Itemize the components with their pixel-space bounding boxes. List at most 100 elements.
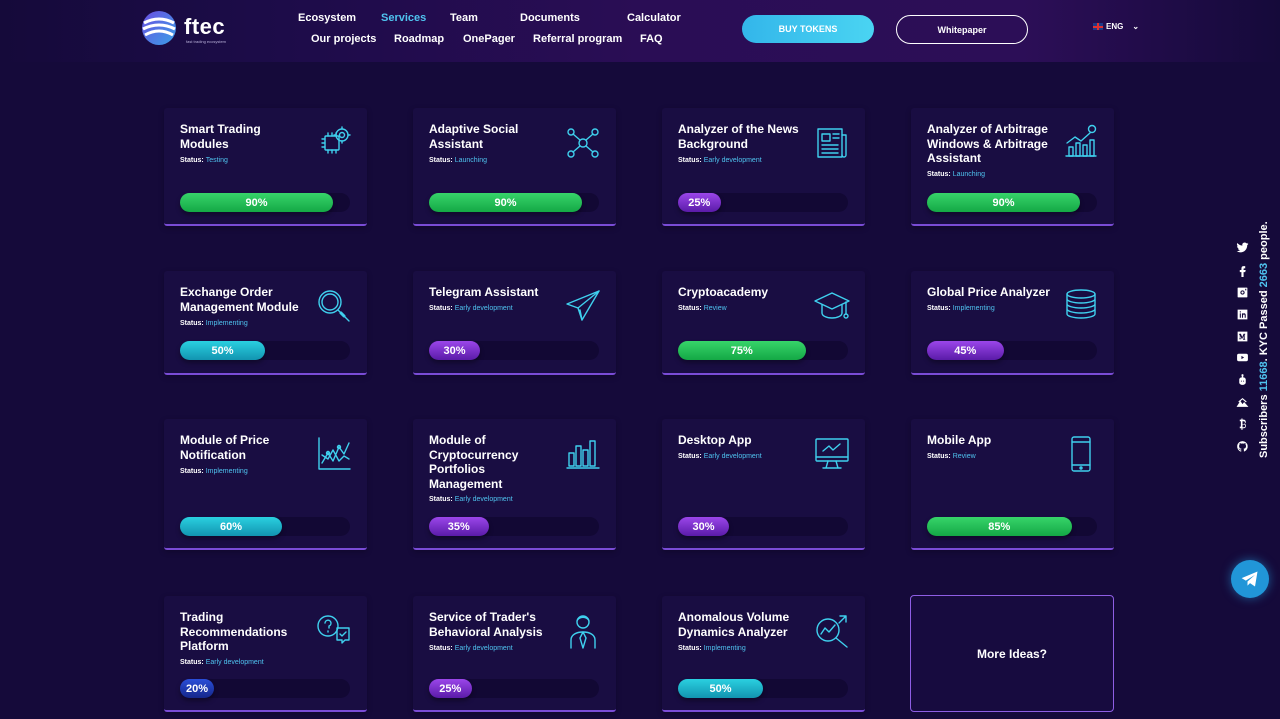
magnifier-chart-icon bbox=[813, 612, 851, 650]
nav-documents[interactable]: Documents bbox=[520, 12, 580, 24]
chip-gear-icon bbox=[315, 124, 353, 162]
nav-roadmap[interactable]: Roadmap bbox=[394, 33, 444, 45]
nav-our-projects[interactable]: Our projects bbox=[311, 33, 376, 45]
service-card-smart-trading[interactable]: Smart Trading Modules Status: Testing 90… bbox=[164, 108, 367, 226]
progress-track: 35% bbox=[429, 517, 599, 536]
chat-question-icon bbox=[315, 612, 353, 650]
newspaper-icon bbox=[813, 124, 851, 162]
progress-fill: 90% bbox=[927, 193, 1080, 212]
bitcoin-icon[interactable] bbox=[1236, 418, 1252, 434]
service-card-behavioral-analysis[interactable]: Service of Trader's Behavioral Analysis … bbox=[413, 596, 616, 712]
service-card-global-price[interactable]: Global Price Analyzer Status: Implementi… bbox=[911, 271, 1114, 375]
whitepaper-button[interactable]: Whitepaper bbox=[896, 15, 1028, 44]
card-status: Status: Implementing bbox=[180, 320, 248, 327]
nav-team[interactable]: Team bbox=[450, 12, 478, 24]
service-card-mobile-app[interactable]: Mobile App Status: Review 85% bbox=[911, 419, 1114, 550]
person-icon bbox=[564, 612, 602, 650]
progress-fill: 90% bbox=[429, 193, 582, 212]
progress-track: 85% bbox=[927, 517, 1097, 536]
card-title: Smart Trading Modules bbox=[180, 122, 261, 151]
progress-fill: 85% bbox=[927, 517, 1072, 536]
facebook-icon[interactable] bbox=[1236, 264, 1252, 280]
card-title: Global Price Analyzer bbox=[927, 285, 1050, 299]
card-title: Adaptive Social Assistant bbox=[429, 122, 519, 151]
uk-flag-icon bbox=[1093, 23, 1103, 30]
reddit-icon[interactable] bbox=[1236, 373, 1252, 389]
card-status: Status: Review bbox=[927, 453, 976, 460]
progress-track: 45% bbox=[927, 341, 1097, 360]
progress-fill: 45% bbox=[927, 341, 1004, 360]
service-card-price-notification[interactable]: Module of Price Notification Status: Imp… bbox=[164, 419, 367, 550]
service-card-adaptive-social[interactable]: Adaptive Social Assistant Status: Launch… bbox=[413, 108, 616, 226]
progress-track: 25% bbox=[429, 679, 599, 698]
service-card-telegram-assistant[interactable]: Telegram Assistant Status: Early develop… bbox=[413, 271, 616, 375]
logo-mark-icon bbox=[142, 11, 176, 45]
card-status: Status: Implementing bbox=[678, 645, 746, 652]
mountain-icon[interactable] bbox=[1236, 396, 1252, 412]
progress-track: 20% bbox=[180, 679, 350, 698]
nav-services[interactable]: Services bbox=[381, 12, 426, 24]
card-status: Status: Early development bbox=[429, 305, 513, 312]
card-title: Telegram Assistant bbox=[429, 285, 539, 299]
buy-tokens-button[interactable]: BUY TOKENS bbox=[742, 15, 874, 43]
progress-track: 90% bbox=[180, 193, 350, 212]
network-icon bbox=[564, 124, 602, 162]
progress-track: 25% bbox=[678, 193, 848, 212]
card-status: Status: Early development bbox=[180, 659, 264, 666]
medium-icon[interactable] bbox=[1236, 330, 1252, 346]
card-status: Status: Testing bbox=[180, 157, 228, 164]
card-status: Status: Launching bbox=[927, 171, 985, 178]
card-title: Cryptoacademy bbox=[678, 285, 769, 299]
nav-ecosystem[interactable]: Ecosystem bbox=[298, 12, 356, 24]
progress-fill: 60% bbox=[180, 517, 282, 536]
card-status: Status: Early development bbox=[678, 157, 762, 164]
subscribers-counter: Subscribers 11668. KYC Passed 2663 peopl… bbox=[1258, 221, 1270, 458]
service-card-cryptoacademy[interactable]: Cryptoacademy Status: Review 75% bbox=[662, 271, 865, 375]
logo[interactable]: ftec fast trading ecosystem bbox=[140, 9, 240, 49]
card-status: Status: Implementing bbox=[927, 305, 995, 312]
progress-fill: 20% bbox=[180, 679, 214, 698]
graduation-cap-icon bbox=[813, 287, 851, 325]
service-card-portfolio-management[interactable]: Module of Cryptocurrency Portfolios Mana… bbox=[413, 419, 616, 550]
service-card-exchange-order[interactable]: Exchange Order Management Module Status:… bbox=[164, 271, 367, 375]
service-card-news-analyzer[interactable]: Analyzer of the News Background Status: … bbox=[662, 108, 865, 226]
progress-fill: 35% bbox=[429, 517, 489, 536]
chevron-down-icon: ⌄ bbox=[1132, 22, 1140, 31]
service-card-arbitrage[interactable]: Analyzer of Arbitrage Windows & Arbitrag… bbox=[911, 108, 1114, 226]
card-title: Analyzer of Arbitrage Windows & Arbitrag… bbox=[927, 122, 1048, 165]
instagram-icon[interactable] bbox=[1236, 286, 1252, 302]
monitor-icon bbox=[813, 435, 851, 473]
nav-referral-program[interactable]: Referral program bbox=[533, 33, 622, 45]
progress-track: 50% bbox=[180, 341, 350, 360]
service-card-trading-recommendations[interactable]: Trading Recommendations Platform Status:… bbox=[164, 596, 367, 712]
coins-icon bbox=[1062, 287, 1100, 325]
card-status: Status: Review bbox=[678, 305, 727, 312]
card-status: Status: Implementing bbox=[180, 468, 248, 475]
telegram-float-button[interactable] bbox=[1231, 560, 1269, 598]
linkedin-icon[interactable] bbox=[1236, 308, 1252, 324]
progress-fill: 50% bbox=[180, 341, 265, 360]
line-chart-icon bbox=[315, 435, 353, 473]
card-status: Status: Launching bbox=[429, 157, 487, 164]
card-title: Desktop App bbox=[678, 433, 752, 447]
service-card-anomalous-volume[interactable]: Anomalous Volume Dynamics Analyzer Statu… bbox=[662, 596, 865, 712]
progress-track: 30% bbox=[429, 341, 599, 360]
card-title: Exchange Order Management Module bbox=[180, 285, 299, 314]
card-status: Status: Early development bbox=[678, 453, 762, 460]
github-icon[interactable] bbox=[1236, 440, 1252, 456]
more-ideas-label: More Ideas? bbox=[976, 646, 1048, 661]
nav-faq[interactable]: FAQ bbox=[640, 33, 663, 45]
service-card-desktop-app[interactable]: Desktop App Status: Early development 30… bbox=[662, 419, 865, 550]
progress-fill: 90% bbox=[180, 193, 333, 212]
more-ideas-card[interactable]: More Ideas? bbox=[910, 595, 1114, 712]
language-label: ENG bbox=[1106, 22, 1124, 31]
card-title: Module of Price Notification bbox=[180, 433, 270, 462]
youtube-icon[interactable] bbox=[1236, 351, 1252, 367]
nav-onepager[interactable]: OnePager bbox=[463, 33, 515, 45]
growth-chart-icon bbox=[1062, 124, 1100, 162]
progress-track: 60% bbox=[180, 517, 350, 536]
progress-fill: 75% bbox=[678, 341, 806, 360]
nav-calculator[interactable]: Calculator bbox=[627, 12, 681, 24]
language-selector[interactable]: ENG ⌄ bbox=[1093, 22, 1139, 31]
twitter-icon[interactable] bbox=[1236, 241, 1252, 257]
